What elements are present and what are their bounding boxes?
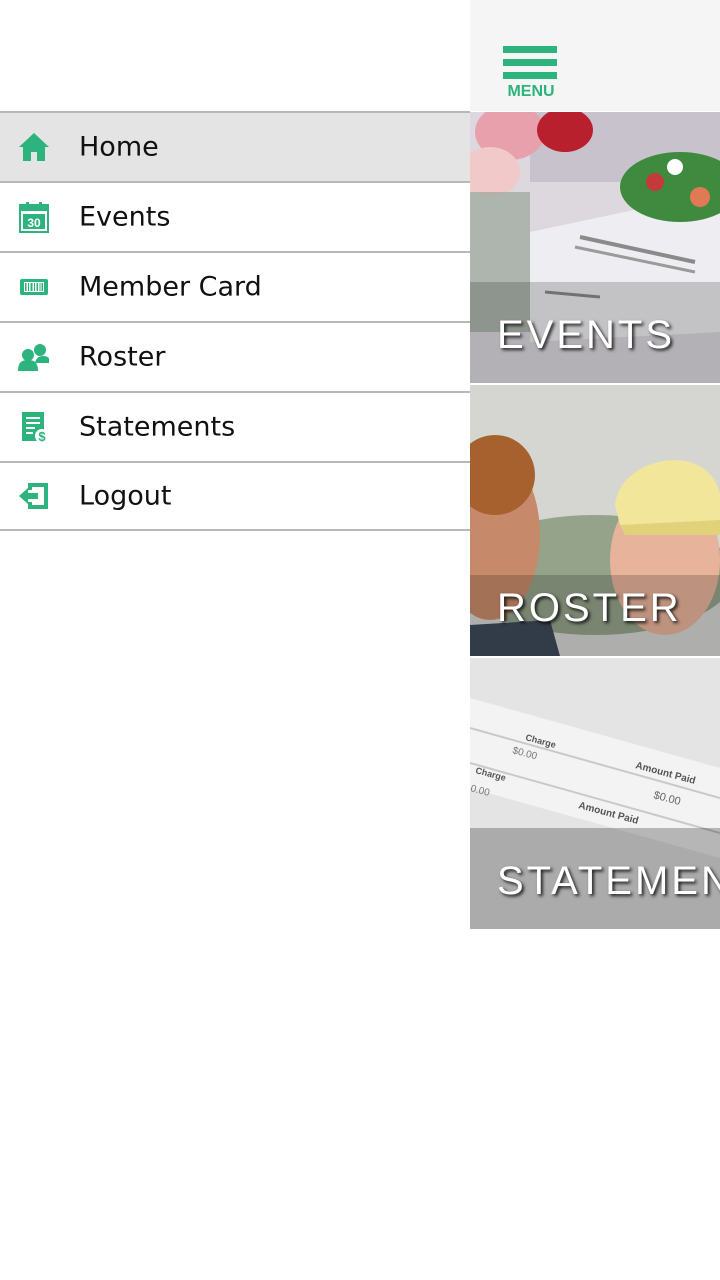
drawer-item-logout[interactable]: Logout [0,461,470,531]
drawer-item-roster[interactable]: Roster [0,321,470,391]
hamburger-icon-bar [503,72,557,79]
statement-icon: $ [18,411,50,443]
drawer-item-label: Roster [79,341,166,373]
calendar-icon: 30 [18,201,50,233]
calendar-day-text: 30 [27,216,41,230]
drawer-item-member-card[interactable]: Member Card [0,251,470,321]
hamburger-icon-bar [503,59,557,66]
drawer-item-statements[interactable]: $ Statements [0,391,470,461]
top-bar: MENU [470,0,720,111]
app-screen: Home 30 Events Member Card Roster $ Stat… [0,0,720,1280]
events-tile-label: EVENTS [497,313,676,357]
hamburger-icon [503,46,557,53]
home-icon [18,131,50,163]
barcode-card-icon [18,271,50,303]
drawer-item-home[interactable]: Home [0,111,470,181]
drawer-menu: Home 30 Events Member Card Roster $ Stat… [0,111,470,531]
navigation-drawer: Home 30 Events Member Card Roster $ Stat… [0,0,470,1280]
logout-icon [18,480,50,512]
menu-button[interactable]: MENU [503,46,558,102]
statements-tile-label: STATEMEN [497,859,720,903]
drawer-item-label: Events [79,201,171,233]
drawer-item-label: Home [79,131,159,163]
events-tile[interactable]: EVENTS [470,112,720,383]
drawer-item-label: Logout [79,480,172,512]
drawer-item-label: Statements [79,411,236,443]
drawer-item-events[interactable]: 30 Events [0,181,470,251]
main-content: MENU EVENTS ROSTER Charge $0.00 Amount P… [470,0,720,1280]
menu-button-label: MENU [507,83,555,100]
drawer-item-label: Member Card [79,271,262,303]
roster-tile[interactable]: ROSTER [470,385,720,656]
statements-tile[interactable]: Charge $0.00 Amount Paid $0.00 Charge 0.… [470,658,720,929]
person-icon [18,341,50,373]
svg-text:$: $ [38,429,46,443]
roster-tile-label: ROSTER [497,586,682,630]
